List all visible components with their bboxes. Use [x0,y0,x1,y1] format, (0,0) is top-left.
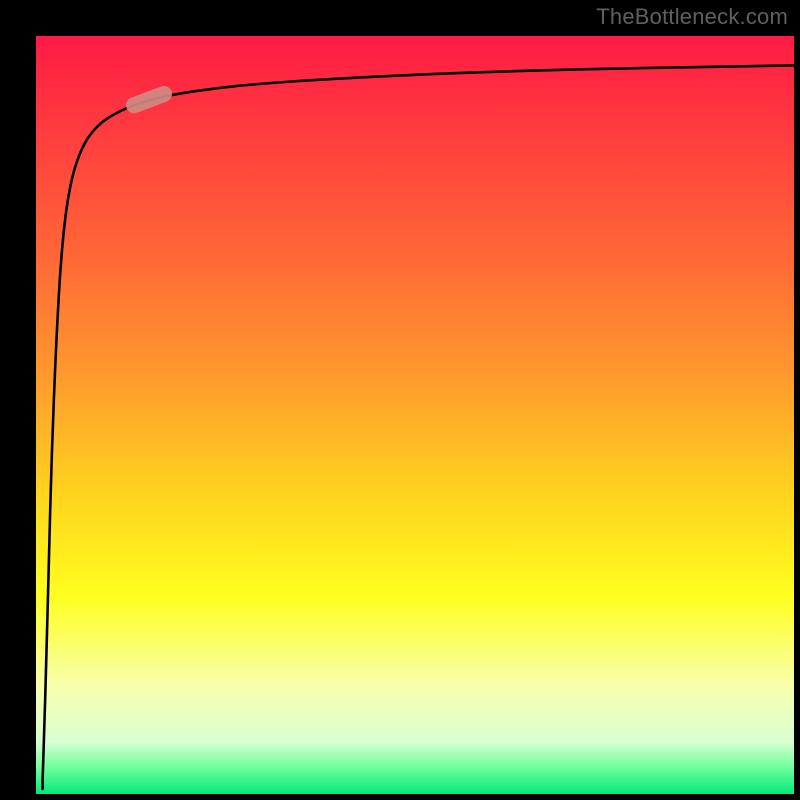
chart-container: TheBottleneck.com [0,0,800,800]
gradient-background [35,35,795,795]
watermark-text: TheBottleneck.com [596,4,788,30]
chart-svg [35,35,795,795]
plot-area [35,35,795,795]
